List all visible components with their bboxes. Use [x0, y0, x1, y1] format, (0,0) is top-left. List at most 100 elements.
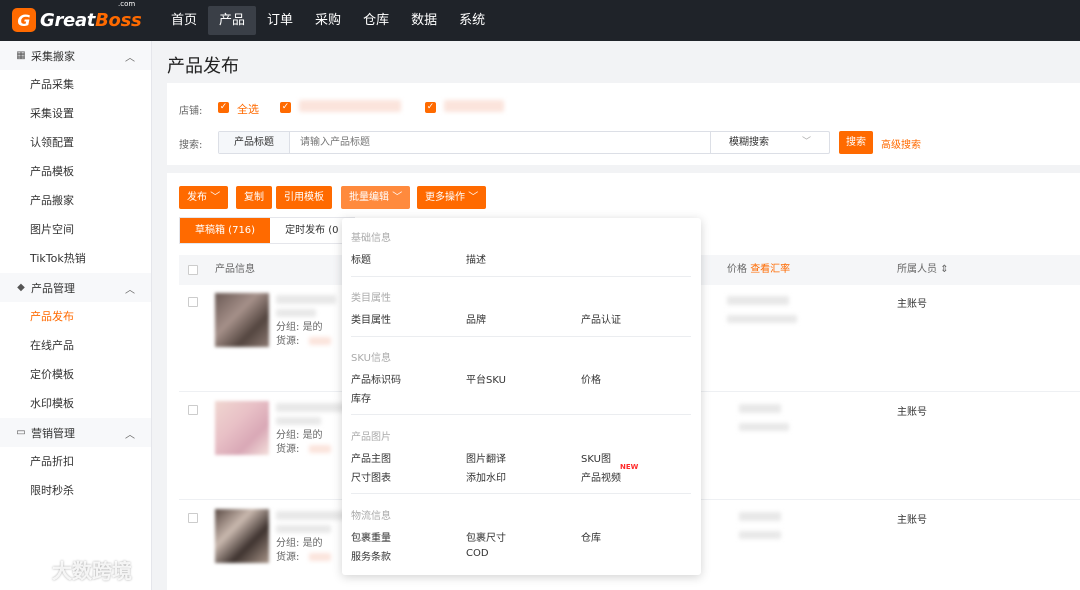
search-box: 产品标题 模糊搜索 ﹀ — [218, 131, 830, 154]
sidebar-group-product[interactable]: ◆ 产品管理 ︿ — [0, 273, 151, 302]
menu-item-service-terms[interactable]: 服务条款 — [351, 548, 391, 563]
col-price: 价格 查看汇率 — [727, 255, 790, 285]
group-value: 是的 — [302, 322, 323, 333]
select-all-label[interactable]: 全选 — [237, 101, 259, 117]
sidebar-item-discount[interactable]: 产品折扣 — [0, 447, 151, 476]
menu-item-cod[interactable]: COD — [466, 548, 489, 559]
menu-item-product-identifier[interactable]: 产品标识码 — [351, 371, 401, 386]
copy-button[interactable]: 复制 — [236, 186, 272, 209]
product-thumbnail[interactable] — [215, 293, 269, 347]
search-input[interactable] — [290, 132, 710, 153]
menu-item-brand[interactable]: 品牌 — [466, 311, 486, 326]
sidebar-group-marketing[interactable]: ▭ 营销管理 ︿ — [0, 418, 151, 447]
menu-item-warehouse[interactable]: 仓库 — [581, 529, 601, 544]
grid-icon: ▦ — [16, 49, 26, 61]
chevron-down-icon: ﹀ — [210, 192, 221, 203]
logo-text-a: Great — [40, 9, 96, 31]
menu-item-stock[interactable]: 库存 — [351, 390, 371, 405]
tab-drafts[interactable]: 草稿箱 (716) — [180, 218, 271, 243]
menu-item-certification[interactable]: 产品认证 — [581, 311, 621, 326]
menu-divider — [351, 414, 691, 415]
tab-scheduled[interactable]: 定时发布 (0 — [270, 218, 353, 243]
nav-home[interactable]: 首页 — [160, 0, 208, 41]
batch-edit-button[interactable]: 批量编辑 ﹀ — [341, 186, 411, 209]
menu-item-product-video[interactable]: 产品视频 — [581, 469, 621, 484]
brand-logo[interactable]: G GreatBoss — [12, 8, 142, 32]
section-basic-info: 基础信息 — [351, 233, 391, 244]
source-label: 货源: — [276, 444, 300, 455]
menu-item-add-watermark[interactable]: 添加水印 — [466, 469, 506, 484]
sidebar-item-product-move[interactable]: 产品搬家 — [0, 186, 151, 215]
source-value-redacted — [309, 445, 331, 453]
menu-item-price[interactable]: 价格 — [581, 371, 601, 386]
sidebar-group-label: 产品管理 — [31, 281, 75, 295]
store-name-redacted — [299, 100, 401, 112]
search-button[interactable]: 搜索 — [839, 131, 873, 154]
sidebar-item-pricing-template[interactable]: 定价模板 — [0, 360, 151, 389]
menu-item-size-chart[interactable]: 尺寸图表 — [351, 469, 391, 484]
row-checkbox[interactable] — [188, 297, 198, 307]
product-thumbnail[interactable] — [215, 509, 269, 563]
search-label: 搜索: — [179, 140, 203, 151]
page-title: 产品发布 — [167, 56, 239, 77]
chevron-up-icon: ︿ — [125, 285, 135, 296]
col-owner[interactable]: 所属人员 ⇕ — [897, 255, 949, 285]
product-source: 货源: — [276, 551, 299, 564]
search-field-select[interactable]: 产品标题 — [219, 132, 290, 153]
sidebar-group-label: 营销管理 — [31, 426, 75, 440]
chevron-down-icon: ﹀ — [468, 192, 479, 203]
nav-data[interactable]: 数据 — [400, 0, 448, 41]
price-redacted — [739, 531, 781, 539]
sidebar-item-product-collect[interactable]: 产品采集 — [0, 70, 151, 99]
logo-text: GreatBoss — [40, 9, 142, 31]
batch-edit-dropdown: 基础信息 标题 描述 类目属性 类目属性 品牌 产品认证 SKU信息 产品标识码… — [342, 218, 701, 575]
more-actions-button[interactable]: 更多操作 ﹀ — [417, 186, 487, 209]
nav-warehouse[interactable]: 仓库 — [352, 0, 400, 41]
row-checkbox[interactable] — [188, 513, 198, 523]
sidebar-item-product-publish[interactable]: 产品发布 — [0, 302, 151, 331]
menu-item-package-weight[interactable]: 包裹重量 — [351, 529, 391, 544]
sidebar-item-image-space[interactable]: 图片空间 — [0, 215, 151, 244]
search-mode-select[interactable]: 模糊搜索 ﹀ — [710, 132, 829, 153]
product-group: 分组: 是的 — [276, 321, 323, 334]
menu-item-package-size[interactable]: 包裹尺寸 — [466, 529, 506, 544]
status-tabs: 草稿箱 (716) 定时发布 (0 — [179, 217, 355, 244]
nav-system[interactable]: 系统 — [448, 0, 496, 41]
sidebar-item-online-product[interactable]: 在线产品 — [0, 331, 151, 360]
advanced-search-link[interactable]: 高级搜索 — [881, 136, 921, 151]
row-checkbox[interactable] — [188, 405, 198, 415]
menu-item-title[interactable]: 标题 — [351, 251, 371, 266]
menu-item-image-translate[interactable]: 图片翻译 — [466, 450, 506, 465]
top-nav: 首页 产品 订单 采购 仓库 数据 系统 — [160, 0, 496, 41]
store-checkbox[interactable]: ✓ — [280, 102, 291, 113]
nav-order[interactable]: 订单 — [256, 0, 304, 41]
apply-template-button[interactable]: 引用模板 — [276, 186, 332, 209]
nav-product[interactable]: 产品 — [208, 6, 257, 35]
nav-purchase[interactable]: 采购 — [304, 0, 352, 41]
sidebar-item-collect-settings[interactable]: 采集设置 — [0, 99, 151, 128]
sidebar-group-collect[interactable]: ▦ 采集搬家 ︿ — [0, 41, 151, 70]
select-all-rows-checkbox[interactable] — [188, 265, 198, 275]
menu-item-sku-image[interactable]: SKU图 — [581, 450, 611, 465]
sidebar-item-flash-sale[interactable]: 限时秒杀 — [0, 476, 151, 505]
sidebar-item-product-template[interactable]: 产品模板 — [0, 157, 151, 186]
menu-item-main-image[interactable]: 产品主图 — [351, 450, 391, 465]
section-images: 产品图片 — [351, 432, 391, 443]
menu-item-description[interactable]: 描述 — [466, 251, 486, 266]
sidebar-item-watermark-template[interactable]: 水印模板 — [0, 389, 151, 418]
product-thumbnail[interactable] — [215, 401, 269, 455]
logo-suffix: .com — [118, 0, 136, 8]
store-checkbox[interactable]: ✓ — [425, 102, 436, 113]
sidebar-item-tiktok-hot[interactable]: TikTok热销 — [0, 244, 151, 273]
menu-item-category-attrs[interactable]: 类目属性 — [351, 311, 391, 326]
view-exchange-rate-link[interactable]: 查看汇率 — [750, 264, 790, 275]
publish-button[interactable]: 发布 ﹀ — [179, 186, 229, 209]
group-value: 是的 — [302, 430, 323, 441]
store-name-redacted — [444, 100, 504, 112]
chevron-up-icon: ︿ — [125, 430, 135, 441]
group-label: 分组: — [276, 538, 300, 549]
menu-item-platform-sku[interactable]: 平台SKU — [466, 371, 506, 386]
store-select-all-checkbox[interactable]: ✓ — [218, 102, 229, 113]
sidebar-group-label: 采集搬家 — [31, 49, 75, 63]
sidebar-item-claim-config[interactable]: 认领配置 — [0, 128, 151, 157]
